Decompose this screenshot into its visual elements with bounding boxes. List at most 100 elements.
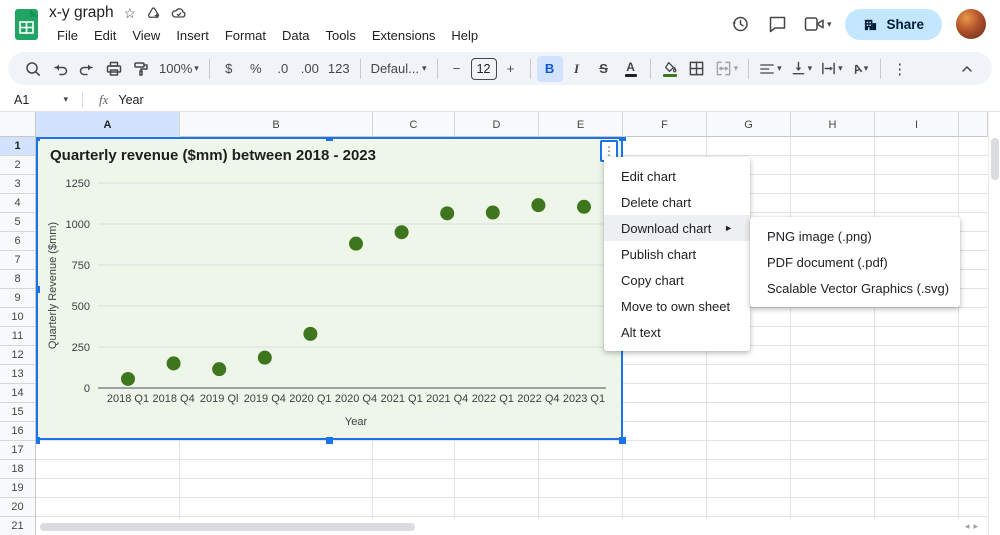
vertical-scrollbar[interactable] [988, 112, 1000, 535]
menu-data[interactable]: Data [274, 26, 317, 45]
column-header-H[interactable]: H [791, 112, 875, 137]
resize-handle[interactable] [619, 137, 626, 141]
row-header-4[interactable]: 4 [0, 194, 35, 213]
paint-format-button[interactable] [128, 56, 154, 82]
join-call-button[interactable]: ▾ [804, 16, 831, 32]
redo-button[interactable] [74, 56, 100, 82]
row-header-3[interactable]: 3 [0, 175, 35, 194]
text-rotation-button[interactable]: A ▾ [848, 56, 874, 82]
menu-item-download-chart[interactable]: Download chart ► [604, 215, 750, 241]
menu-item-move-to-own-sheet[interactable]: Move to own sheet [604, 293, 750, 319]
row-header-21[interactable]: 21 [0, 517, 35, 535]
merge-cells-button[interactable]: ▾ [711, 56, 743, 82]
format-currency-button[interactable]: $ [216, 56, 242, 82]
print-button[interactable] [101, 56, 127, 82]
column-header-B[interactable]: B [180, 112, 373, 137]
row-header-15[interactable]: 15 [0, 403, 35, 422]
strikethrough-button[interactable]: S [591, 56, 617, 82]
row-header-14[interactable]: 14 [0, 384, 35, 403]
menu-item-publish-chart[interactable]: Publish chart [604, 241, 750, 267]
row-header-19[interactable]: 19 [0, 479, 35, 498]
hide-menus-button[interactable] [954, 56, 980, 82]
document-title[interactable]: x-y graph [49, 4, 114, 22]
borders-button[interactable] [684, 56, 710, 82]
sheets-logo[interactable] [14, 8, 39, 41]
text-color-button[interactable]: A [618, 56, 644, 82]
version-history-icon[interactable] [728, 12, 752, 36]
resize-handle[interactable] [36, 437, 40, 444]
row-header-13[interactable]: 13 [0, 365, 35, 384]
undo-button[interactable] [47, 56, 73, 82]
formula-input[interactable]: Year [118, 93, 1000, 107]
row-header-9[interactable]: 9 [0, 289, 35, 308]
scroll-arrows[interactable]: ◂▸ [965, 521, 982, 532]
row-header-8[interactable]: 8 [0, 270, 35, 289]
row-header-7[interactable]: 7 [0, 251, 35, 270]
column-header-C[interactable]: C [373, 112, 455, 137]
select-all-corner[interactable] [0, 112, 36, 137]
font-select[interactable]: Defaul... ▾ [367, 56, 431, 82]
resize-handle[interactable] [36, 286, 40, 293]
text-wrap-button[interactable]: ▾ [817, 56, 847, 82]
vertical-scrollbar-thumb[interactable] [991, 138, 999, 180]
name-box[interactable]: A1 ▾ [0, 93, 76, 107]
more-formats-button[interactable]: 123 [324, 56, 354, 82]
chart-object[interactable]: 0 250 500 750 1000 1250 2018 Q1 2018 Q4 2019 Ql 2… [36, 137, 623, 440]
more-toolbar-options-button[interactable]: ⋮ [887, 56, 913, 82]
resize-handle[interactable] [326, 137, 333, 141]
row-header-5[interactable]: 5 [0, 213, 35, 232]
row-header-6[interactable]: 6 [0, 232, 35, 251]
format-percent-button[interactable]: % [243, 56, 269, 82]
search-icon[interactable] [20, 56, 46, 82]
row-header-2[interactable]: 2 [0, 156, 35, 175]
decrease-font-size-button[interactable]: − [444, 56, 470, 82]
menu-item-svg[interactable]: Scalable Vector Graphics (.svg) [750, 275, 960, 301]
horizontal-scrollbar-thumb[interactable] [40, 523, 415, 531]
row-header-11[interactable]: 11 [0, 327, 35, 346]
menu-item-png-image[interactable]: PNG image (.png) [750, 223, 960, 249]
resize-handle[interactable] [619, 437, 626, 444]
comments-icon[interactable] [766, 12, 790, 36]
menu-extensions[interactable]: Extensions [364, 26, 444, 45]
menu-tools[interactable]: Tools [317, 26, 363, 45]
font-size-input[interactable]: 12 [470, 57, 497, 80]
menu-insert[interactable]: Insert [168, 26, 217, 45]
menu-item-delete-chart[interactable]: Delete chart [604, 189, 750, 215]
horizontal-scrollbar[interactable]: ◂▸ [36, 519, 988, 535]
vertical-align-button[interactable]: ▾ [787, 56, 817, 82]
star-icon[interactable]: ☆ [124, 6, 137, 20]
zoom-select[interactable]: 100% ▾ [155, 56, 203, 82]
column-header-G[interactable]: G [707, 112, 791, 137]
column-header-E[interactable]: E [539, 112, 623, 137]
row-header-18[interactable]: 18 [0, 460, 35, 479]
menu-edit[interactable]: Edit [86, 26, 124, 45]
column-header-partial[interactable] [959, 112, 988, 137]
share-button[interactable]: Share [845, 8, 942, 40]
resize-handle[interactable] [326, 437, 333, 444]
menu-item-copy-chart[interactable]: Copy chart [604, 267, 750, 293]
fill-color-button[interactable] [657, 56, 683, 82]
menu-item-edit-chart[interactable]: Edit chart [604, 163, 750, 189]
bold-button[interactable]: B [536, 55, 563, 82]
italic-button[interactable]: I [564, 56, 590, 82]
row-header-12[interactable]: 12 [0, 346, 35, 365]
horizontal-align-button[interactable]: ▾ [755, 56, 786, 82]
column-header-F[interactable]: F [623, 112, 707, 137]
resize-handle[interactable] [36, 137, 40, 141]
row-header-10[interactable]: 10 [0, 308, 35, 327]
increase-decimal-button[interactable]: .00 [297, 56, 323, 82]
decrease-decimal-button[interactable]: .0 [270, 56, 296, 82]
menu-help[interactable]: Help [443, 26, 486, 45]
row-header-17[interactable]: 17 [0, 441, 35, 460]
increase-font-size-button[interactable]: + [498, 56, 524, 82]
menu-item-alt-text[interactable]: Alt text [604, 319, 750, 345]
row-header-16[interactable]: 16 [0, 422, 35, 441]
document-status-cloud-icon[interactable] [171, 6, 187, 20]
account-avatar[interactable] [956, 9, 986, 39]
row-header-1[interactable]: 1 [0, 137, 35, 156]
row-header-20[interactable]: 20 [0, 498, 35, 517]
add-to-drive-icon[interactable] [146, 6, 161, 21]
cells-area[interactable]: 0 250 500 750 1000 1250 2018 Q1 2018 Q4 2019 Ql 2… [36, 137, 988, 535]
menu-file[interactable]: File [49, 26, 86, 45]
menu-format[interactable]: Format [217, 26, 274, 45]
